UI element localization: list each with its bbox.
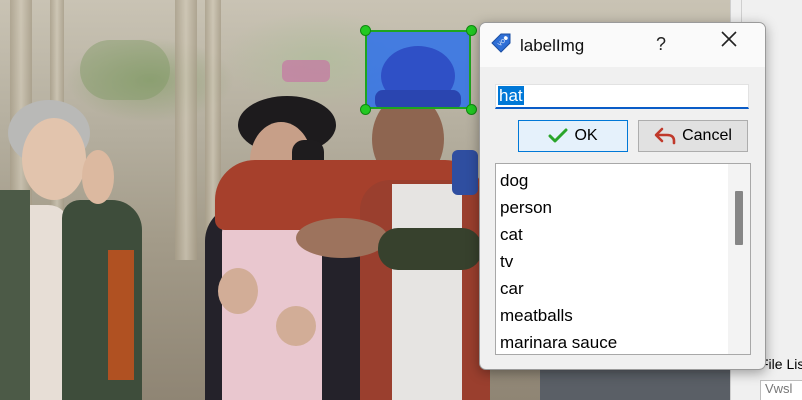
bbox-handle-top-right[interactable] bbox=[466, 25, 477, 36]
label-input-value: hat bbox=[498, 86, 524, 105]
list-item[interactable]: meatballs bbox=[500, 302, 573, 329]
person-hand bbox=[276, 306, 316, 346]
undo-arrow-icon bbox=[654, 127, 676, 145]
background-pillar bbox=[175, 0, 197, 260]
ok-button[interactable]: OK bbox=[518, 120, 628, 152]
file-list-item[interactable]: Vwsl bbox=[765, 381, 792, 396]
person-jeans bbox=[540, 370, 730, 400]
list-scrollbar[interactable] bbox=[728, 164, 750, 354]
file-list-title: File List bbox=[760, 356, 802, 372]
list-item[interactable]: car bbox=[500, 275, 524, 302]
bounding-box[interactable] bbox=[365, 30, 471, 109]
help-button[interactable]: ? bbox=[646, 29, 676, 59]
label-input[interactable]: hat bbox=[495, 84, 749, 109]
person-hand bbox=[218, 268, 258, 314]
person-shirt bbox=[392, 184, 462, 400]
person-face bbox=[22, 118, 86, 200]
person-scarf bbox=[108, 250, 134, 380]
background-flowers bbox=[282, 60, 330, 82]
list-item[interactable]: tv bbox=[500, 248, 513, 275]
checkmark-icon bbox=[548, 128, 568, 143]
list-item[interactable]: marinara sauce bbox=[500, 329, 617, 354]
close-icon bbox=[721, 31, 737, 47]
list-item[interactable]: person bbox=[500, 194, 552, 221]
person-hand bbox=[296, 218, 388, 258]
label-list[interactable]: dog person cat tv car meatballs marinara… bbox=[495, 163, 751, 355]
list-item[interactable]: dog bbox=[500, 167, 528, 194]
person-jacket bbox=[0, 190, 30, 400]
tag-icon: VOC bbox=[491, 33, 511, 53]
cancel-button-label: Cancel bbox=[682, 127, 732, 144]
label-dialog: VOC labelImg ? hat OK Cancel dog person … bbox=[479, 22, 766, 370]
ok-button-label: OK bbox=[574, 127, 598, 144]
hat-brim bbox=[375, 90, 461, 107]
close-button[interactable] bbox=[714, 29, 744, 59]
background-foliage bbox=[80, 40, 170, 100]
bbox-handle-bottom-left[interactable] bbox=[360, 104, 371, 115]
person-sleeve bbox=[378, 228, 482, 270]
person-collar bbox=[452, 150, 478, 195]
bbox-handle-bottom-right[interactable] bbox=[466, 104, 477, 115]
file-list[interactable]: Vwsl bbox=[760, 380, 802, 400]
person-hand bbox=[82, 150, 114, 204]
bbox-handle-top-left[interactable] bbox=[360, 25, 371, 36]
cancel-button[interactable]: Cancel bbox=[638, 120, 748, 152]
list-item[interactable]: cat bbox=[500, 221, 523, 248]
scrollbar-thumb[interactable] bbox=[735, 191, 743, 245]
dialog-titlebar: VOC labelImg ? bbox=[480, 23, 765, 67]
dialog-title: labelImg bbox=[520, 36, 585, 55]
